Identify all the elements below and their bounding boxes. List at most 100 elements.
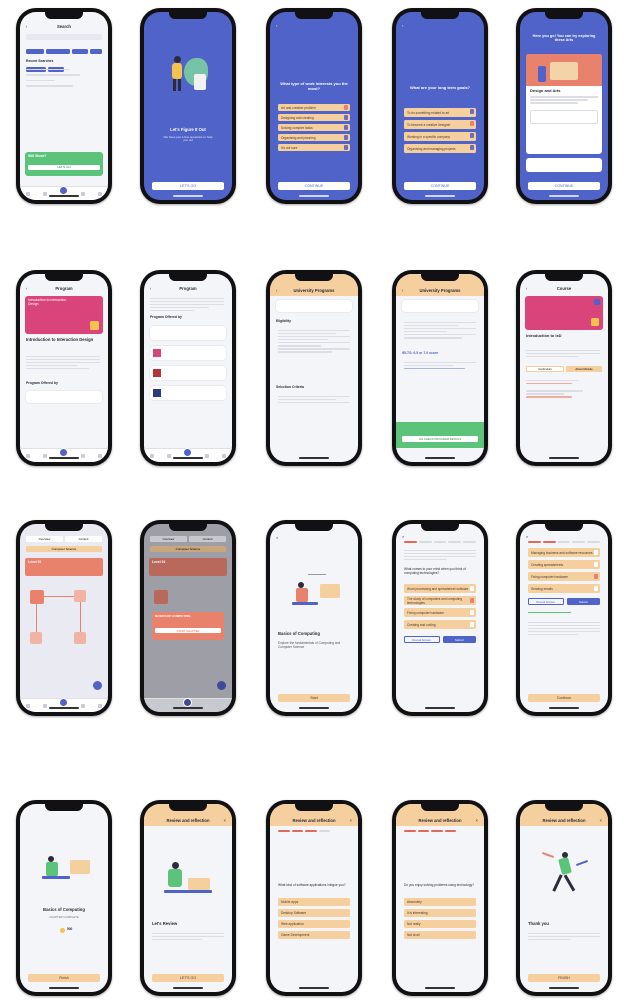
back-icon[interactable]: ‹ <box>26 24 27 29</box>
close-icon[interactable]: × <box>600 818 602 823</box>
university-item[interactable] <box>26 391 102 403</box>
home-icon[interactable] <box>26 703 31 708</box>
check-details-button[interactable]: GO CHECK PROGRAM DETAILS <box>402 436 478 442</box>
close-icon[interactable]: × <box>224 818 226 823</box>
next-card[interactable] <box>526 158 602 172</box>
explore-icon[interactable] <box>42 191 47 196</box>
submit-button[interactable]: Submit <box>442 636 476 643</box>
option-item[interactable]: Solving complex tasks <box>278 124 350 131</box>
option-item[interactable]: Fixing computer hardware <box>404 608 476 617</box>
home-icon[interactable] <box>26 453 31 458</box>
bookmark-icon[interactable] <box>594 299 600 305</box>
tab-about-module[interactable]: About Module <box>566 366 602 372</box>
reveal-answer-button[interactable]: Reveal Answer <box>404 636 440 643</box>
home-icon[interactable] <box>26 191 31 196</box>
filter-chip[interactable] <box>72 49 88 54</box>
close-icon[interactable]: × <box>476 818 478 823</box>
bookmark-icon[interactable] <box>205 453 210 458</box>
result-card[interactable]: Design and Arts <box>526 54 602 154</box>
finish-button[interactable]: Finish <box>28 974 100 982</box>
university-item[interactable] <box>150 386 226 400</box>
lets-go-button[interactable]: LET'S GO <box>152 182 224 190</box>
tab-overview[interactable]: Overview <box>150 536 187 542</box>
lets-go-button[interactable]: LET'S GO <box>28 164 100 170</box>
profile-icon[interactable] <box>221 453 226 458</box>
bookmark-icon[interactable] <box>81 703 86 708</box>
explore-icon[interactable] <box>42 703 47 708</box>
option-item[interactable]: Desktop Software <box>278 909 350 917</box>
lesson-node[interactable] <box>30 590 44 604</box>
profile-icon[interactable] <box>97 191 102 196</box>
option-item[interactable]: Designing and creating <box>278 114 350 121</box>
explore-icon[interactable] <box>166 453 171 458</box>
bookmark-icon[interactable] <box>81 453 86 458</box>
filter-chip[interactable] <box>26 49 44 54</box>
start-button[interactable]: Start <box>278 694 350 702</box>
sub-card[interactable] <box>530 109 598 124</box>
profile-icon[interactable] <box>97 703 102 708</box>
option-item[interactable]: Not at all <box>404 931 476 939</box>
back-icon[interactable]: ‹ <box>150 286 151 291</box>
program-card[interactable]: Introduction to Interaction Design <box>25 296 103 334</box>
back-icon[interactable]: ‹ <box>402 23 403 29</box>
option-item[interactable]: It is interesting <box>404 909 476 917</box>
option-item[interactable]: Word processing and spreadsheet software <box>404 584 476 593</box>
submit-button[interactable]: Submit <box>566 598 600 605</box>
add-icon[interactable] <box>217 681 226 690</box>
bookmark-icon[interactable] <box>81 191 86 196</box>
center-fab[interactable] <box>59 185 69 195</box>
home-icon[interactable] <box>150 703 155 708</box>
bookmark-icon[interactable] <box>205 703 210 708</box>
option-item[interactable]: It's not sure <box>278 144 350 151</box>
profile-icon[interactable] <box>97 453 102 458</box>
option-item[interactable]: Not really <box>404 920 476 928</box>
start-chapter-button[interactable]: START CHAPTER <box>155 628 221 634</box>
center-fab[interactable] <box>183 447 193 457</box>
center-fab[interactable] <box>183 697 193 707</box>
reveal-answer-button[interactable]: Reveal Answer <box>528 598 564 605</box>
option-item[interactable]: Creating and coding <box>404 620 476 629</box>
university-item[interactable] <box>150 346 226 360</box>
home-icon[interactable] <box>150 453 155 458</box>
continue-button[interactable]: CONTINUE <box>404 182 476 190</box>
profile-icon[interactable] <box>221 703 226 708</box>
close-icon[interactable]: × <box>276 535 278 541</box>
level-card[interactable]: Level 01 <box>25 558 103 576</box>
close-icon[interactable]: × <box>402 534 404 540</box>
option-item[interactable]: Sending emails <box>528 584 600 593</box>
play-icon[interactable] <box>591 318 599 326</box>
continue-button[interactable]: CONTINUE <box>278 182 350 190</box>
option-item[interactable]: Organising and planning <box>278 134 350 141</box>
university-item[interactable] <box>150 326 226 340</box>
play-icon[interactable] <box>90 321 99 330</box>
continue-button[interactable]: Continue <box>528 694 600 702</box>
option-item[interactable]: To become a creative designer <box>404 120 476 129</box>
option-item[interactable]: Organising and managing projects <box>404 144 476 153</box>
option-item[interactable]: Mobile apps <box>278 898 350 906</box>
back-icon[interactable]: ‹ <box>402 288 403 293</box>
explore-icon[interactable] <box>166 703 171 708</box>
filter-chip[interactable] <box>90 49 102 54</box>
tab-content[interactable]: Content <box>189 536 226 542</box>
option-item[interactable]: Creating spreadsheets <box>528 560 600 569</box>
close-icon[interactable]: × <box>350 818 352 823</box>
filter-chip[interactable] <box>46 49 70 54</box>
back-icon[interactable]: ‹ <box>276 23 277 29</box>
option-item[interactable]: To do something related to art <box>404 108 476 117</box>
back-icon[interactable]: ‹ <box>26 286 27 291</box>
option-item[interactable]: Managing business and software resources <box>528 548 600 557</box>
option-item[interactable]: The study of computers and computing tec… <box>404 596 476 605</box>
tab-curriculum[interactable]: Curriculum <box>526 366 564 372</box>
university-item[interactable] <box>402 300 478 312</box>
continue-button[interactable]: CONTINUE <box>528 182 600 190</box>
lets-go-button[interactable]: LET'S GO <box>152 974 224 982</box>
center-fab[interactable] <box>59 697 69 707</box>
tab-overview[interactable]: Overview <box>26 536 63 542</box>
university-item[interactable] <box>150 366 226 380</box>
center-fab[interactable] <box>59 447 69 457</box>
back-icon[interactable]: ‹ <box>276 288 277 293</box>
close-icon[interactable]: × <box>526 534 528 540</box>
tab-content[interactable]: Content <box>65 536 102 542</box>
option-item[interactable]: Working in a specific company <box>404 132 476 141</box>
back-icon[interactable]: ‹ <box>526 286 527 291</box>
